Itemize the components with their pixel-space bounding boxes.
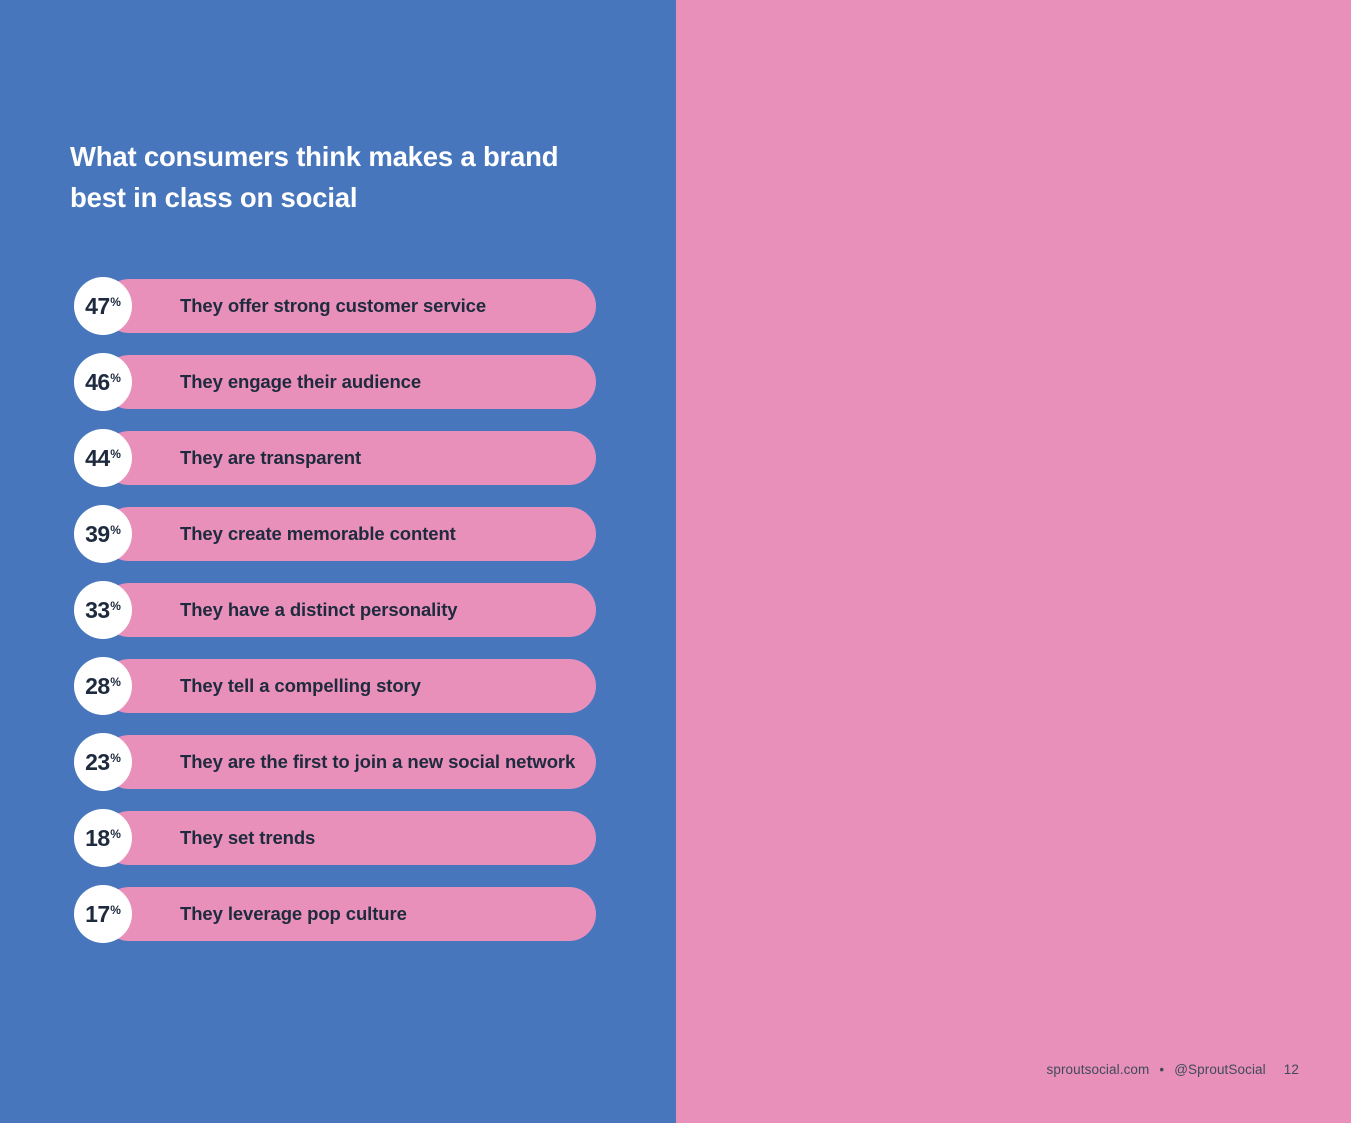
footer-handle: @SproutSocial — [1174, 1062, 1266, 1077]
stat-label: They are transparent — [180, 447, 362, 468]
stat-bar: They have a distinct personality — [102, 583, 596, 637]
consumers-panel: What consumers think makes a brand best … — [0, 0, 676, 1123]
stat-percent-badge: 44% — [74, 429, 132, 487]
stat-percent-badge: 17% — [74, 885, 132, 943]
stat-label: They offer strong customer service — [180, 295, 487, 316]
percent-sign: % — [110, 674, 121, 689]
stat-label: They leverage pop culture — [180, 903, 407, 924]
stat-row: They set trends 18% — [74, 809, 596, 867]
stat-label: They engage their audience — [180, 371, 422, 392]
stat-percent-value: 47 — [85, 292, 110, 319]
stat-percent-value: 46 — [85, 368, 110, 395]
stat-percent-badge: 47% — [74, 277, 132, 335]
consumers-heading-line-2: best in class on social — [70, 182, 358, 213]
footer-separator-dot: • — [1159, 1061, 1165, 1077]
stat-percent-value: 44 — [85, 444, 110, 471]
stat-row: They create memorable content 39% — [74, 505, 596, 563]
stat-percent-badge: 39% — [74, 505, 132, 563]
stat-percent-badge: 28% — [74, 657, 132, 715]
percent-sign: % — [110, 598, 121, 613]
footer: sproutsocial.com • @SproutSocial 12 — [1047, 1062, 1300, 1077]
stat-percent-badge: 46% — [74, 353, 132, 411]
stat-row: They are transparent 44% — [74, 429, 596, 487]
consumers-heading-line-1: What consumers think makes a brand — [70, 141, 559, 172]
stat-row: They are the first to join a new social … — [74, 733, 596, 791]
percent-sign: % — [110, 522, 121, 537]
stat-bar: They are transparent — [102, 431, 596, 485]
stat-bar: They engage their audience — [102, 355, 596, 409]
percent-sign: % — [110, 370, 121, 385]
percent-sign: % — [110, 902, 121, 917]
stat-bar: They tell a compelling story — [102, 659, 596, 713]
stat-row: They leverage pop culture 17% — [74, 885, 596, 943]
stat-percent-value: 18 — [85, 824, 110, 851]
stat-bar: They set trends — [102, 811, 596, 865]
stat-percent-value: 33 — [85, 596, 110, 623]
stat-row: They offer strong customer service 47% — [74, 277, 596, 335]
stat-label: They are the first to join a new social … — [180, 751, 576, 772]
consumers-heading: What consumers think makes a brand best … — [70, 136, 630, 218]
stat-percent-value: 23 — [85, 748, 110, 775]
percent-sign: % — [110, 826, 121, 841]
percent-sign: % — [110, 294, 121, 309]
stat-row: They have a distinct personality 33% — [74, 581, 596, 639]
stat-percent-badge: 23% — [74, 733, 132, 791]
stat-bar: They create memorable content — [102, 507, 596, 561]
percent-sign: % — [110, 446, 121, 461]
stat-percent-value: 17 — [85, 900, 110, 927]
marketers-panel: What marketers think makes a brand best … — [676, 0, 1351, 1123]
stat-percent-value: 39 — [85, 520, 110, 547]
stat-row: They tell a compelling story 28% — [74, 657, 596, 715]
stat-label: They tell a compelling story — [180, 675, 421, 696]
stat-row: They engage their audience 46% — [74, 353, 596, 411]
footer-site: sproutsocial.com — [1046, 1062, 1150, 1077]
consumers-bar-list: They offer strong customer service 47% The… — [74, 277, 596, 961]
stat-bar: They are the first to join a new social … — [102, 735, 596, 789]
page-number: 12 — [1283, 1062, 1299, 1077]
stat-percent-badge: 33% — [74, 581, 132, 639]
stat-label: They have a distinct personality — [180, 599, 458, 620]
stat-percent-value: 28 — [85, 672, 110, 699]
stat-label: They set trends — [180, 827, 316, 848]
stat-bar: They offer strong customer service — [102, 279, 596, 333]
stat-label: They create memorable content — [180, 523, 456, 544]
stat-percent-badge: 18% — [74, 809, 132, 867]
percent-sign: % — [110, 750, 121, 765]
infographic-page: What consumers think makes a brand best … — [0, 0, 1351, 1123]
stat-bar: They leverage pop culture — [102, 887, 596, 941]
